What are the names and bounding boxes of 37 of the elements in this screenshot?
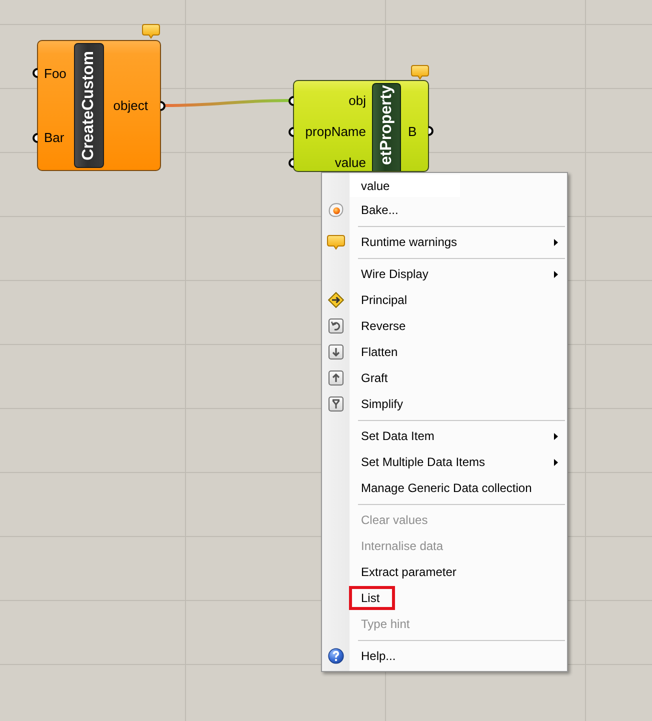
input-label: value [334, 155, 366, 170]
output-grip-icon[interactable] [428, 126, 434, 136]
funnel-icon [328, 396, 344, 412]
component-name: CreateCustom [81, 50, 97, 160]
fried-egg-icon [328, 202, 344, 218]
menu-item[interactable]: Flatten [322, 339, 567, 365]
component-node[interactable]: Foo Bar CreateCustom object [37, 40, 161, 171]
input-grip-icon[interactable] [288, 126, 294, 136]
menu-item[interactable]: Runtime warnings [322, 229, 567, 255]
menu-item[interactable]: Principal [322, 287, 567, 313]
speech-balloon-icon [327, 234, 345, 250]
menu-item[interactable]: Manage Generic Data collection [322, 475, 567, 501]
input-grip-icon[interactable] [288, 96, 294, 106]
input-label: obj [348, 93, 366, 108]
output-label: object [113, 98, 148, 113]
input-label: Bar [44, 130, 64, 146]
menu-item[interactable]: Set Multiple Data Items [322, 449, 567, 475]
input-label: Foo [44, 66, 66, 81]
input-label: propName [305, 124, 366, 139]
input-grip-icon[interactable] [288, 158, 294, 168]
menu-item[interactable]: Help... [322, 643, 567, 669]
menu-item[interactable]: Extract parameter [322, 559, 567, 585]
menu-item[interactable]: List [322, 585, 567, 611]
menu-item[interactable]: Bake... [322, 197, 567, 223]
component-name: etProperty [378, 85, 394, 166]
diamond-arrow-icon [328, 292, 344, 308]
input-grip-icon[interactable] [32, 68, 38, 78]
name-field[interactable]: value [350, 175, 460, 197]
menu-item[interactable]: Wire Display [322, 261, 567, 287]
menu-item[interactable]: Set Data Item [322, 423, 567, 449]
help-icon [328, 648, 344, 664]
menu-item[interactable]: Reverse [322, 313, 567, 339]
output-grip-icon[interactable] [160, 100, 166, 110]
menu-item[interactable]: Simplify [322, 391, 567, 417]
input-grip-icon[interactable] [32, 132, 38, 143]
output-label: B [408, 124, 417, 138]
menu-item[interactable]: Graft [322, 365, 567, 391]
